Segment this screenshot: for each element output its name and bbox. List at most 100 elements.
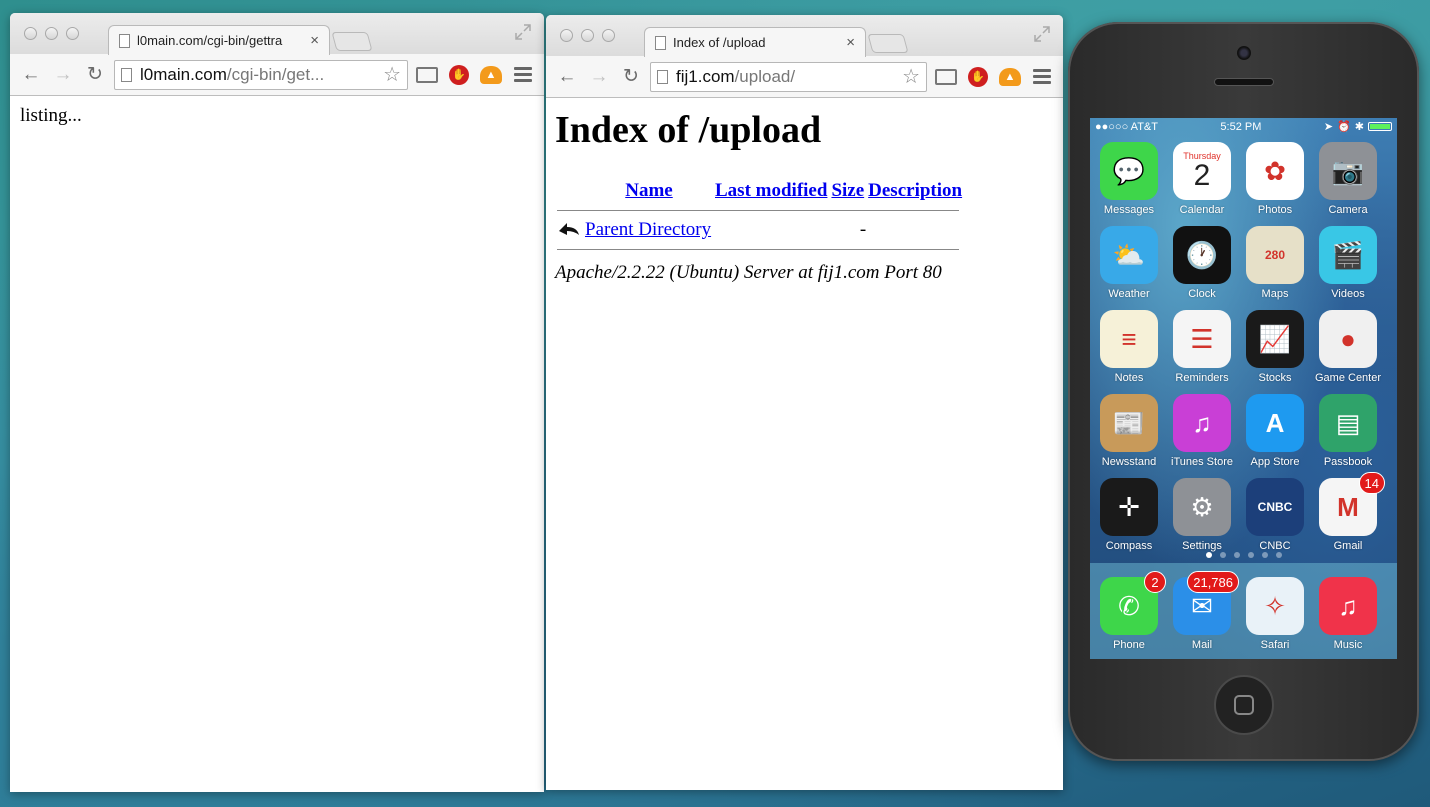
new-tab-button[interactable] (867, 34, 909, 53)
sort-by-modified-link[interactable]: Last modified (715, 180, 827, 201)
address-bar[interactable]: fij1.com/upload/ ☆ (650, 61, 927, 92)
earpiece-speaker (1214, 78, 1274, 86)
app-label: CNBC (1259, 540, 1291, 552)
address-bar[interactable]: l0main.com/cgi-bin/get... ☆ (114, 59, 408, 90)
url-path: /upload/ (734, 66, 796, 86)
app-game-center[interactable]: ● Game Center (1315, 310, 1381, 384)
minimize-window-button[interactable] (581, 29, 594, 42)
zoom-window-button[interactable] (602, 29, 615, 42)
app-cnbc[interactable]: CNBC CNBC (1246, 478, 1304, 552)
app-label: Newsstand (1101, 456, 1157, 468)
app-clock[interactable]: 🕐 Clock (1173, 226, 1231, 300)
app-phone[interactable]: ✆ Phone 2 (1100, 571, 1166, 651)
new-tab-button[interactable] (331, 32, 373, 51)
sort-by-description-link[interactable]: Description (868, 180, 962, 201)
adblock-icon[interactable]: ✋ (965, 64, 991, 90)
table-header-row: Name Last modified Size Description (557, 180, 964, 202)
messages-icon: 💬 (1100, 142, 1158, 200)
page-dot (1275, 552, 1282, 558)
app-passbook[interactable]: ▤ Passbook (1319, 394, 1377, 468)
forward-icon[interactable]: → (50, 62, 76, 88)
app-mail[interactable]: ✉ Mail 21,786 (1173, 571, 1239, 651)
upload-extension-icon[interactable]: ▲ (997, 64, 1023, 90)
close-window-button[interactable] (560, 29, 573, 42)
column-header-modified: Last modified (713, 180, 829, 202)
app-music[interactable]: ♫ Music (1319, 577, 1377, 651)
column-header-size: Size (829, 180, 866, 202)
settings-icon: ⚙ (1173, 478, 1231, 536)
url-text: l0main.com/cgi-bin/get... (140, 65, 379, 85)
app-label: Reminders (1175, 372, 1229, 384)
app-safari[interactable]: ✧ Safari (1246, 577, 1304, 651)
fullscreen-icon[interactable] (514, 23, 532, 41)
app-messages[interactable]: 💬 Messages (1100, 142, 1158, 216)
app-label: Videos (1331, 288, 1365, 300)
tab-close-icon[interactable]: × (310, 32, 319, 49)
back-icon[interactable]: ← (554, 64, 580, 90)
app-camera[interactable]: 📷 Camera (1319, 142, 1377, 216)
page-title: Index of /upload (555, 109, 822, 151)
page-content: listing... (10, 96, 544, 136)
app-itunes-store[interactable]: ♫ iTunes Store (1171, 394, 1233, 468)
app-calendar[interactable]: Thursday 2 Calendar (1173, 142, 1231, 216)
page-icon (121, 67, 132, 82)
window-controls (24, 27, 79, 40)
page-icon (657, 69, 668, 84)
reload-icon[interactable]: ↻ (618, 64, 644, 90)
app-notes[interactable]: ≡ Notes (1100, 310, 1158, 384)
browser-toolbar: ← → ↻ l0main.com/cgi-bin/get... ☆ ✋ ▲ (10, 54, 544, 96)
cast-icon[interactable] (933, 64, 959, 90)
parent-directory-link[interactable]: Parent Directory (585, 219, 711, 240)
app-photos[interactable]: ✿ Photos (1246, 142, 1304, 216)
upload-extension-icon[interactable]: ▲ (478, 62, 504, 88)
dock: ✆ Phone 2 ✉ Mail 21,786 ✧ Safari ♫ Music (1090, 563, 1397, 659)
stocks-icon: 📈 (1246, 310, 1304, 368)
page-dot (1247, 552, 1254, 558)
back-arrow-icon (559, 223, 579, 235)
zoom-window-button[interactable] (66, 27, 79, 40)
page-dot (1219, 552, 1226, 558)
minimize-window-button[interactable] (45, 27, 58, 40)
battery-icon (1367, 122, 1392, 131)
app-newsstand[interactable]: 📰 Newsstand (1100, 394, 1158, 468)
tab-active[interactable]: l0main.com/cgi-bin/gettra × (108, 25, 330, 55)
app-label: Stocks (1258, 372, 1292, 384)
star-icon[interactable]: ☆ (383, 62, 401, 87)
column-header-description: Description (866, 180, 964, 202)
calendar-date: 2 (1193, 159, 1211, 192)
menu-icon[interactable] (1029, 64, 1055, 90)
app-gmail[interactable]: M Gmail 14 (1319, 472, 1385, 552)
fullscreen-icon[interactable] (1033, 25, 1051, 43)
app-compass[interactable]: ✛ Compass (1100, 478, 1158, 552)
back-icon[interactable]: ← (18, 62, 44, 88)
app-app-store[interactable]: A App Store (1246, 394, 1304, 468)
app-maps[interactable]: 280 Maps (1246, 226, 1304, 300)
adblock-icon[interactable]: ✋ (446, 62, 472, 88)
tab-active[interactable]: Index of /upload × (644, 27, 866, 57)
star-icon[interactable]: ☆ (902, 64, 920, 89)
app-settings[interactable]: ⚙ Settings (1173, 478, 1231, 552)
forward-icon[interactable]: → (586, 64, 612, 90)
app-reminders[interactable]: ☰ Reminders (1173, 310, 1231, 384)
tab-close-icon[interactable]: × (846, 34, 855, 51)
carrier-label: ●●○○○ AT&T (1095, 120, 1158, 133)
home-button[interactable] (1214, 675, 1274, 735)
app-label: Phone (1113, 639, 1145, 651)
table-row: Parent Directory - (557, 219, 964, 241)
app-videos[interactable]: 🎬 Videos (1319, 226, 1377, 300)
app-stocks[interactable]: 📈 Stocks (1246, 310, 1304, 384)
app-label: Compass (1105, 540, 1153, 552)
sort-by-name-link[interactable]: Name (625, 180, 672, 201)
app-weather[interactable]: ⛅ Weather (1100, 226, 1158, 300)
menu-icon[interactable] (510, 62, 536, 88)
separator-row (557, 241, 964, 258)
cast-icon[interactable] (414, 62, 440, 88)
close-window-button[interactable] (24, 27, 37, 40)
reload-icon[interactable]: ↻ (82, 62, 108, 88)
app-label: Game Center (1314, 372, 1382, 384)
itunes-store-icon: ♫ (1173, 394, 1231, 452)
sort-by-size-link[interactable]: Size (831, 180, 864, 201)
tab-strip: l0main.com/cgi-bin/gettra × (10, 13, 544, 55)
page-indicator (1090, 552, 1397, 558)
passbook-icon: ▤ (1319, 394, 1377, 452)
